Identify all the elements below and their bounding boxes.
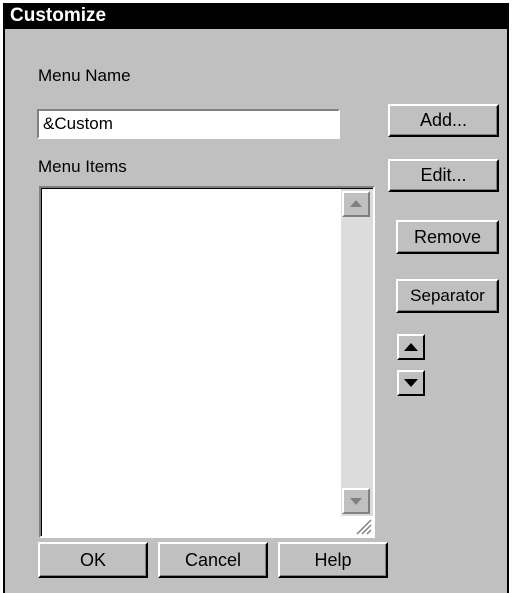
scroll-down-arrow-icon [350, 498, 362, 505]
menu-items-list[interactable] [39, 186, 375, 538]
customize-dialog: Customize Menu Name Menu Items [3, 3, 509, 593]
up-arrow-icon [404, 343, 418, 351]
ok-button[interactable]: OK [38, 542, 148, 578]
move-down-button[interactable] [397, 370, 425, 396]
scroll-up-button[interactable] [342, 191, 370, 217]
menu-name-input[interactable] [37, 109, 340, 139]
remove-button[interactable]: Remove [396, 220, 499, 254]
menu-items-label: Menu Items [38, 157, 127, 176]
menu-items-list-body[interactable] [41, 188, 373, 536]
help-button[interactable]: Help [278, 542, 388, 578]
vertical-scrollbar[interactable] [341, 189, 373, 516]
add-button[interactable]: Add... [388, 104, 499, 137]
resize-grip-icon[interactable] [352, 515, 372, 535]
edit-button[interactable]: Edit... [388, 159, 499, 192]
cancel-button[interactable]: Cancel [158, 542, 268, 578]
scroll-down-button[interactable] [342, 488, 370, 514]
down-arrow-icon [404, 379, 418, 387]
window-title[interactable]: Customize [5, 3, 507, 29]
menu-name-label: Menu Name [38, 66, 131, 85]
move-up-button[interactable] [397, 334, 425, 360]
separator-button[interactable]: Separator [396, 279, 499, 313]
scroll-up-arrow-icon [350, 200, 362, 207]
